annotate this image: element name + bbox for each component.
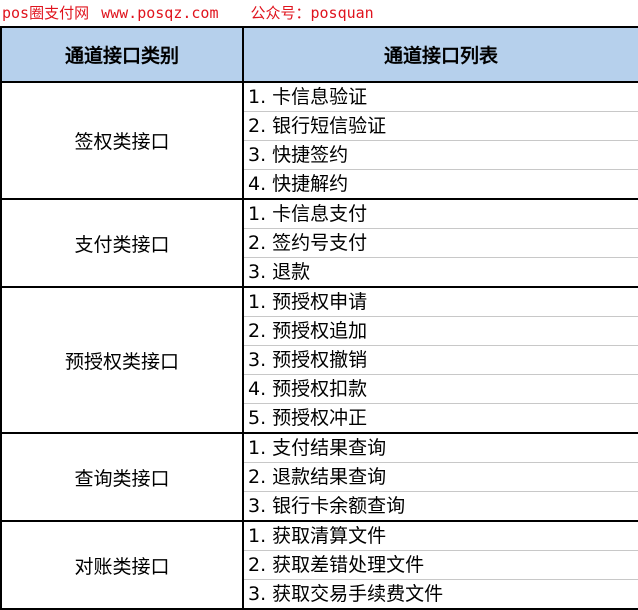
interface-item-cell: 1. 获取清算文件 — [243, 520, 638, 551]
interface-item-cell: 3. 快捷签约 — [243, 140, 638, 170]
interface-item-cell: 3. 预授权撤销 — [243, 345, 638, 375]
table-header-row: 通道接口类别 通道接口列表 — [0, 26, 638, 83]
watermark-public-account: 公众号：posquan — [250, 4, 374, 22]
interface-item-cell: 2. 银行短信验证 — [243, 111, 638, 141]
interface-item-cell: 3. 银行卡余额查询 — [243, 491, 638, 522]
interface-item-cell: 4. 预授权扣款 — [243, 374, 638, 404]
interface-item-cell: 2. 签约号支付 — [243, 228, 638, 258]
header-interface-list: 通道接口列表 — [242, 26, 638, 83]
watermark-header: pos圈支付网 www.posqz.com 公众号：posquan — [0, 0, 638, 26]
interface-item-cell: 1. 卡信息验证 — [243, 81, 638, 112]
category-cell: 支付类接口 — [0, 198, 244, 288]
category-cell: 查询类接口 — [0, 432, 244, 522]
interface-item-cell: 2. 预授权追加 — [243, 316, 638, 346]
table-row: 支付类接口 1. 卡信息支付 — [0, 198, 638, 288]
interface-item-cell: 2. 获取差错处理文件 — [243, 550, 638, 580]
category-cell: 签权类接口 — [0, 81, 244, 200]
interface-item-cell: 1. 预授权申请 — [243, 286, 638, 317]
interface-item-cell: 5. 预授权冲正 — [243, 403, 638, 434]
category-cell: 预授权类接口 — [0, 286, 244, 434]
interface-item-cell: 1. 支付结果查询 — [243, 432, 638, 463]
table-body: 签权类接口 1. 卡信息验证 2. 银行短信验证 3. 快捷签约 4. 快捷解约 支付类接… — [0, 81, 638, 610]
table-row: 对账类接口 1. 获取清算文件 — [0, 520, 638, 610]
interface-item-cell: 1. 卡信息支付 — [243, 198, 638, 229]
watermark-site-name: pos圈支付网 — [2, 4, 90, 22]
category-cell: 对账类接口 — [0, 520, 244, 610]
channel-interface-table: 通道接口类别 通道接口列表 签权类接口 1. 卡信息验证 2. 银行短信验证 3. 快… — [0, 26, 638, 610]
watermark-url: www.posqz.com — [101, 4, 219, 22]
interface-item-cell: 3. 退款 — [243, 257, 638, 288]
header-category: 通道接口类别 — [0, 26, 244, 83]
interface-item-cell: 4. 快捷解约 — [243, 169, 638, 200]
interface-item-cell: 3. 获取交易手续费文件 — [243, 579, 638, 610]
interface-item-cell: 2. 退款结果查询 — [243, 462, 638, 492]
table-row: 签权类接口 1. 卡信息验证 — [0, 81, 638, 200]
table-row: 预授权类接口 1. 预授权申请 — [0, 286, 638, 434]
table-row: 查询类接口 1. 支付结果查询 — [0, 432, 638, 522]
